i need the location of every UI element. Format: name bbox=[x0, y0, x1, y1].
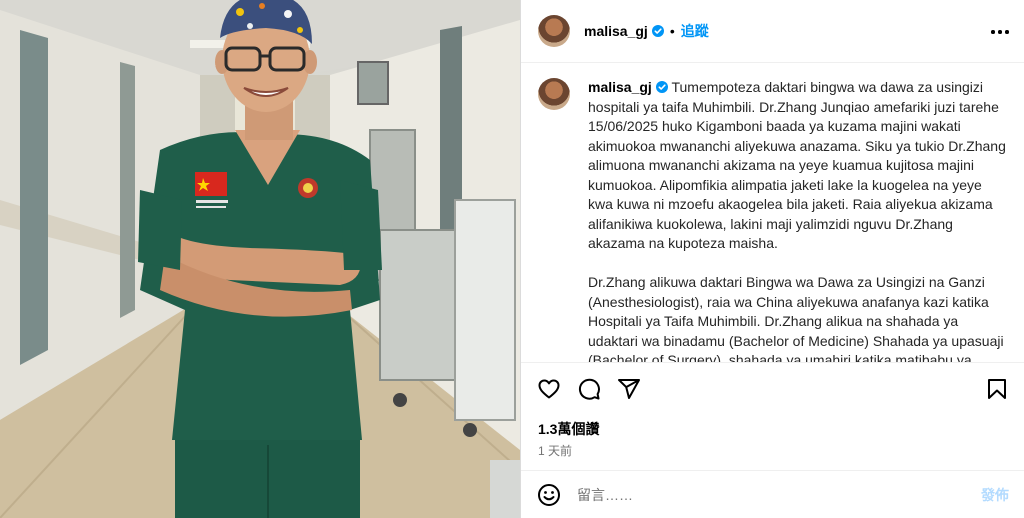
caption-username[interactable]: malisa_gj bbox=[588, 79, 652, 95]
caption-row: malisa_gj Tumempoteza daktari bingwa wa … bbox=[538, 78, 1009, 362]
bookmark-icon[interactable] bbox=[985, 377, 1009, 401]
caption-paragraph-2: Dr.Zhang alikuwa daktari Bingwa wa Dawa … bbox=[588, 274, 1004, 362]
share-icon[interactable] bbox=[617, 377, 641, 401]
post-image[interactable] bbox=[0, 0, 520, 518]
caption-paragraph-1: malisa_gj Tumempoteza daktari bingwa wa … bbox=[588, 78, 1008, 254]
verified-badge-icon bbox=[655, 81, 668, 93]
emoji-icon[interactable] bbox=[537, 483, 561, 507]
post-comment-button[interactable]: 發佈 bbox=[981, 485, 1009, 505]
action-icons bbox=[537, 377, 641, 401]
more-options-icon[interactable] bbox=[991, 22, 1009, 40]
caption-avatar[interactable] bbox=[538, 78, 570, 110]
avatar[interactable] bbox=[538, 15, 570, 47]
caption-body-1: Tumempoteza daktari bingwa wa dawa za us… bbox=[588, 79, 1006, 251]
comment-bar: 發佈 bbox=[521, 470, 1024, 518]
action-bar: 1.3萬個讚 1 天前 bbox=[521, 362, 1024, 470]
username[interactable]: malisa_gj bbox=[584, 23, 648, 39]
comment-input[interactable] bbox=[577, 486, 981, 503]
post-side-panel: malisa_gj • 追蹤 malisa_gj Tumempoteza dak… bbox=[520, 0, 1024, 518]
likes-count[interactable]: 1.3萬個讚 bbox=[538, 419, 599, 439]
doctor-photo bbox=[0, 0, 520, 518]
caption-area: malisa_gj Tumempoteza daktari bingwa wa … bbox=[521, 63, 1024, 362]
post-header: malisa_gj • 追蹤 bbox=[521, 0, 1024, 63]
caption-text: malisa_gj Tumempoteza daktari bingwa wa … bbox=[588, 78, 1008, 362]
heart-icon[interactable] bbox=[537, 377, 561, 401]
follow-button[interactable]: 追蹤 bbox=[681, 21, 709, 41]
comment-icon[interactable] bbox=[577, 377, 601, 401]
post-time[interactable]: 1 天前 bbox=[538, 442, 572, 459]
separator-dot: • bbox=[669, 23, 675, 39]
verified-badge-icon bbox=[651, 25, 664, 37]
